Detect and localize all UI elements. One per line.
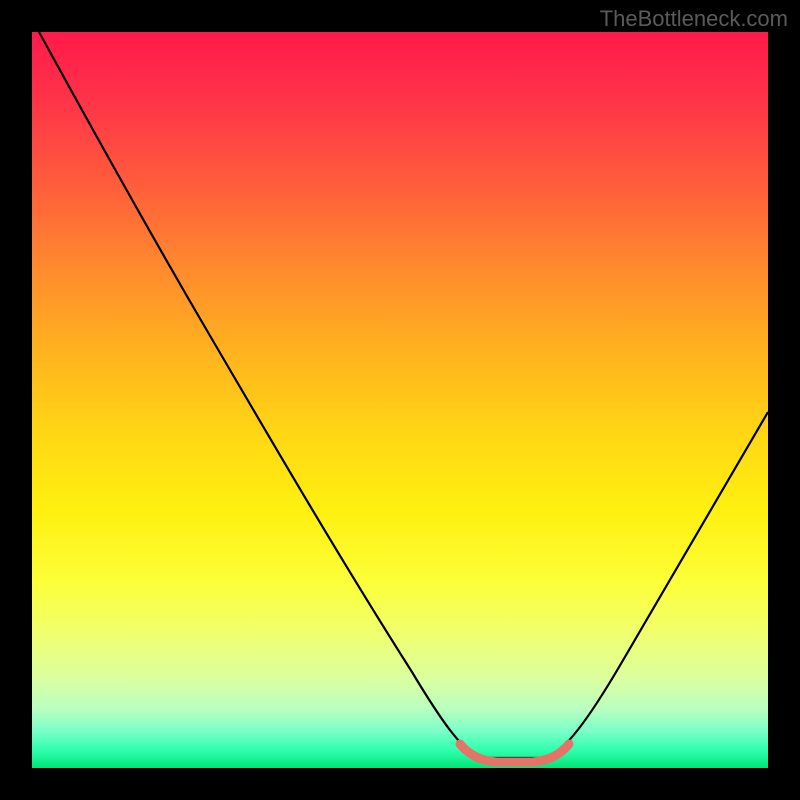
curve-svg	[32, 32, 768, 768]
plot-area	[32, 32, 768, 768]
optimal-flat-path	[460, 744, 569, 762]
watermark-text: TheBottleneck.com	[600, 6, 788, 32]
bottleneck-curve-path	[39, 32, 768, 758]
